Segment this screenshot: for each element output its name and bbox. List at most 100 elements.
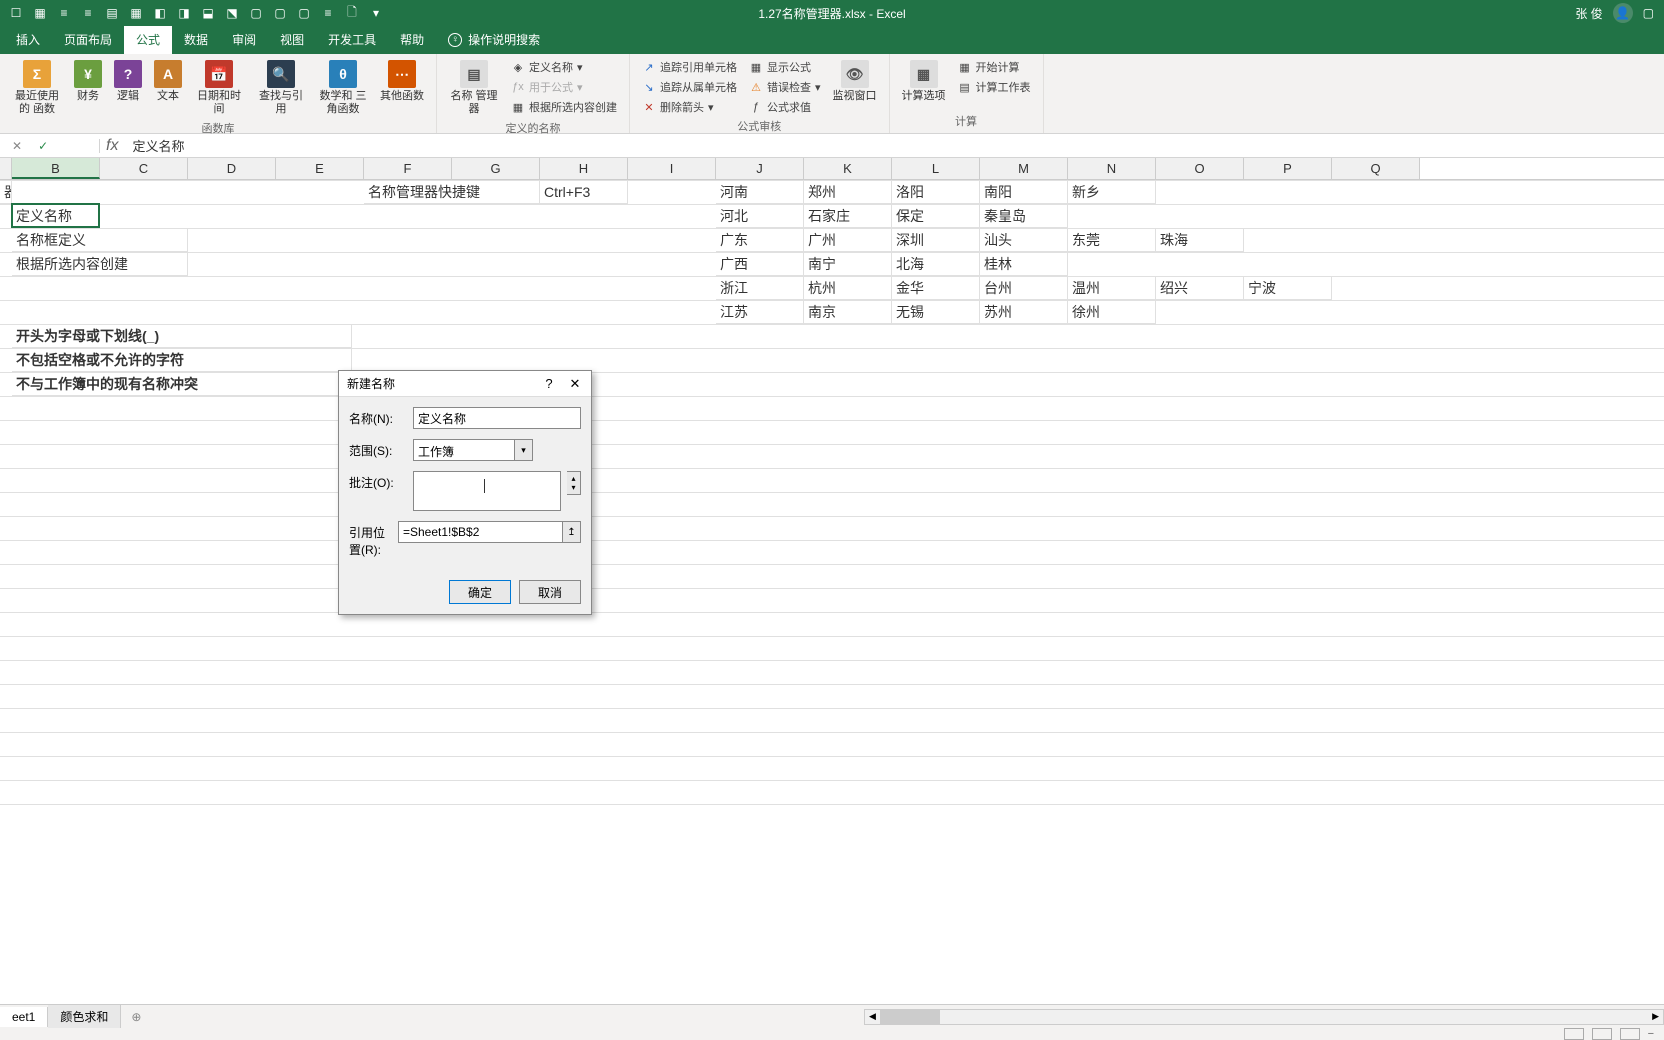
col-header[interactable]: D	[188, 158, 276, 179]
page-layout-button[interactable]	[1592, 1028, 1612, 1040]
qat-icon[interactable]: ▢	[272, 5, 288, 21]
datetime-button[interactable]: 📅日期和时间	[190, 58, 248, 118]
cell[interactable]: 桂林	[980, 252, 1068, 276]
name-manager-button[interactable]: ▤名称 管理器	[445, 58, 503, 118]
col-header[interactable]: K	[804, 158, 892, 179]
cell[interactable]: 保定	[892, 204, 980, 228]
scroll-right-icon[interactable]: ▶	[1648, 1011, 1663, 1022]
add-sheet-button[interactable]: ⊕	[121, 1010, 151, 1024]
eval-formula-button[interactable]: ƒ公式求值	[745, 98, 825, 116]
col-header[interactable]: G	[452, 158, 540, 179]
recent-functions-button[interactable]: Σ最近使用的 函数	[8, 58, 66, 118]
tab-dev[interactable]: 开发工具	[316, 25, 388, 54]
qat-icon[interactable]: ▢	[296, 5, 312, 21]
fx-icon[interactable]: fx	[100, 137, 124, 155]
comment-textarea[interactable]	[413, 471, 561, 511]
finance-button[interactable]: ¥财务	[70, 58, 106, 105]
sheet-tab[interactable]: 颜色求和	[48, 1005, 121, 1028]
cell[interactable]: 宁波	[1244, 276, 1332, 300]
cell[interactable]: 广东	[716, 228, 804, 252]
create-from-selection-button[interactable]: ▦根据所选内容创建	[507, 98, 621, 116]
collapse-dialog-icon[interactable]: ↥	[563, 521, 581, 543]
tab-data[interactable]: 数据	[172, 25, 220, 54]
cell[interactable]: 名称管理器快捷键	[364, 180, 540, 204]
cell[interactable]: 定义名称	[12, 204, 100, 228]
name-box[interactable]: ✕ ✓	[0, 139, 100, 153]
tab-view[interactable]: 视图	[268, 25, 316, 54]
cell[interactable]: 南京	[804, 300, 892, 324]
grid[interactable]: B C D E F G H I J K L M N O P Q 器 名称管理器快…	[0, 158, 1664, 826]
cell[interactable]: 不与工作簿中的现有名称冲突	[12, 372, 352, 396]
zoom-out-button[interactable]: −	[1648, 1028, 1654, 1040]
cell[interactable]: 杭州	[804, 276, 892, 300]
other-func-button[interactable]: ⋯其他函数	[376, 58, 428, 105]
cell[interactable]: 金华	[892, 276, 980, 300]
qat-icon[interactable]: ≡	[320, 5, 336, 21]
calc-options-button[interactable]: ▦计算选项	[898, 58, 950, 105]
cell[interactable]: 珠海	[1156, 228, 1244, 252]
qat-icon[interactable]: ⬔	[224, 5, 240, 21]
col-header[interactable]: P	[1244, 158, 1332, 179]
tab-search[interactable]: ♀ 操作说明搜索	[436, 25, 552, 54]
scroll-up-icon[interactable]: ▴	[571, 474, 575, 483]
cell[interactable]: 洛阳	[892, 180, 980, 204]
col-header[interactable]: C	[100, 158, 188, 179]
cell[interactable]: 广西	[716, 252, 804, 276]
cell[interactable]: 苏州	[980, 300, 1068, 324]
scroll-thumb[interactable]	[880, 1010, 940, 1024]
cell[interactable]: 器	[0, 180, 12, 204]
qat-icon[interactable]: ◨	[176, 5, 192, 21]
cell[interactable]: 秦皇岛	[980, 204, 1068, 228]
error-check-button[interactable]: ⚠错误检查 ▾	[745, 78, 825, 96]
user-avatar-icon[interactable]: 👤	[1613, 3, 1633, 23]
remove-arrows-button[interactable]: ✕删除箭头 ▾	[638, 98, 741, 116]
formula-input[interactable]: 定义名称	[124, 136, 1664, 155]
cell[interactable]: 温州	[1068, 276, 1156, 300]
scope-select[interactable]: 工作簿	[413, 439, 515, 461]
col-header[interactable]: J	[716, 158, 804, 179]
col-header[interactable]: M	[980, 158, 1068, 179]
col-header[interactable]: Q	[1332, 158, 1420, 179]
qat-icon[interactable]: ▦	[32, 5, 48, 21]
calc-now-button[interactable]: ▦开始计算	[954, 58, 1035, 76]
col-header[interactable]: O	[1156, 158, 1244, 179]
ref-input[interactable]	[398, 521, 563, 543]
qat-icon[interactable]: ▢	[248, 5, 264, 21]
cancel-button[interactable]: 取消	[519, 580, 581, 604]
page-break-button[interactable]	[1620, 1028, 1640, 1040]
tab-formula[interactable]: 公式	[124, 25, 172, 54]
cell[interactable]: 石家庄	[804, 204, 892, 228]
cell[interactable]: 根据所选内容创建	[12, 252, 188, 276]
cell[interactable]: Ctrl+F3	[540, 180, 628, 204]
lookup-button[interactable]: 🔍查找与引用	[252, 58, 310, 118]
name-input[interactable]	[413, 407, 581, 429]
cell[interactable]: 北海	[892, 252, 980, 276]
col-header[interactable]: L	[892, 158, 980, 179]
cell[interactable]: 浙江	[716, 276, 804, 300]
col-header[interactable]: B	[12, 158, 100, 179]
calc-sheet-button[interactable]: ▤计算工作表	[954, 78, 1035, 96]
sheet-tab[interactable]: eet1	[0, 1007, 48, 1027]
tab-insert[interactable]: 插入	[4, 25, 52, 54]
tab-help[interactable]: 帮助	[388, 25, 436, 54]
cell[interactable]: 郑州	[804, 180, 892, 204]
normal-view-button[interactable]	[1564, 1028, 1584, 1040]
qat-more-icon[interactable]: ▾	[368, 5, 384, 21]
cell[interactable]: 名称框定义	[12, 228, 188, 252]
close-button[interactable]: ✕	[567, 376, 583, 392]
logic-button[interactable]: ?逻辑	[110, 58, 146, 105]
col-header[interactable]: F	[364, 158, 452, 179]
qat-icon[interactable]: ▦	[128, 5, 144, 21]
scroll-down-icon[interactable]: ▾	[571, 483, 575, 492]
qat-icon[interactable]: ≡	[80, 5, 96, 21]
qat-icon[interactable]: ◧	[152, 5, 168, 21]
dialog-titlebar[interactable]: 新建名称 ? ✕	[339, 371, 591, 397]
cell[interactable]: 河南	[716, 180, 804, 204]
chevron-down-icon[interactable]: ▾	[515, 439, 533, 461]
cell[interactable]: 台州	[980, 276, 1068, 300]
qat-icon[interactable]: ▤	[104, 5, 120, 21]
cell[interactable]: 南阳	[980, 180, 1068, 204]
col-header[interactable]: N	[1068, 158, 1156, 179]
col-header[interactable]: I	[628, 158, 716, 179]
ok-button[interactable]: 确定	[449, 580, 511, 604]
